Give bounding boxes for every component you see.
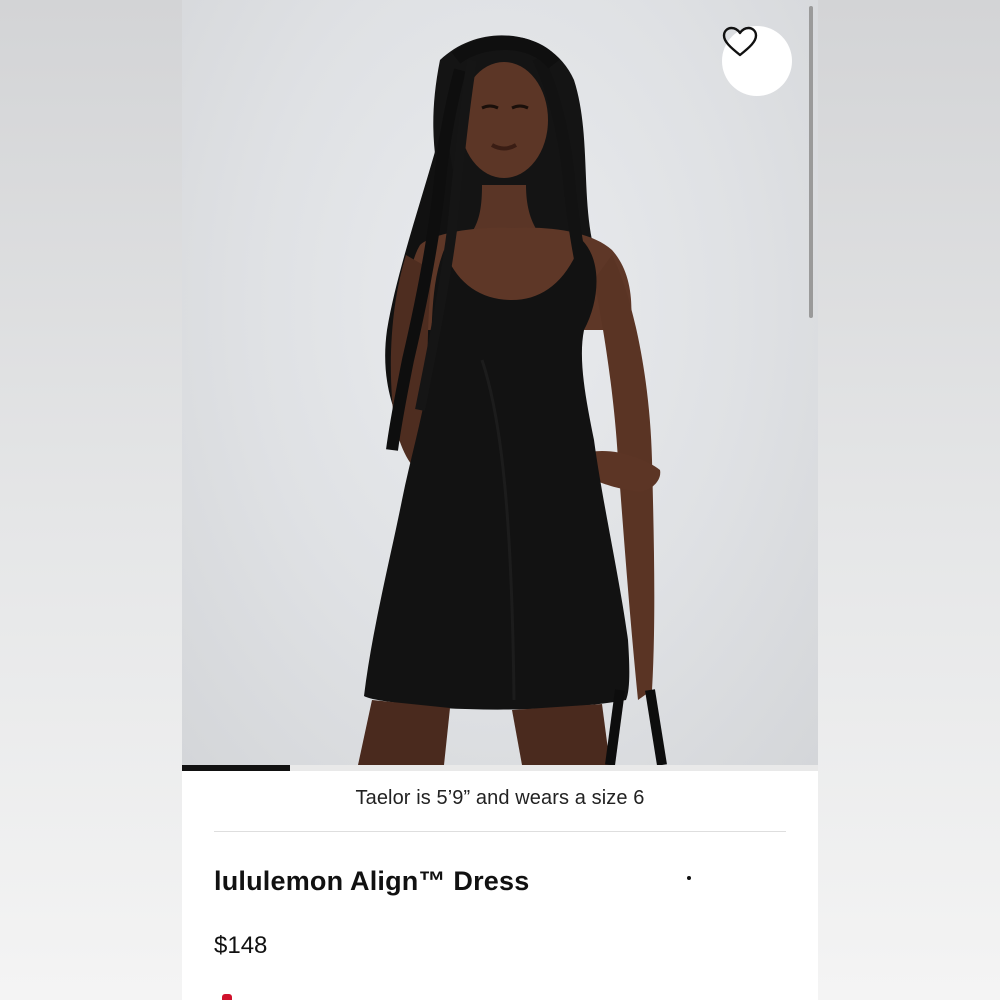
page-scrollbar[interactable] xyxy=(809,6,813,318)
section-divider xyxy=(214,831,786,832)
heart-outline-icon xyxy=(722,26,758,57)
product-price: $148 xyxy=(214,932,268,959)
gallery-progress-track xyxy=(182,765,818,771)
model-illustration xyxy=(358,35,667,765)
model-size-caption: Taelor is 5’9” and wears a size 6 xyxy=(355,787,645,809)
gallery-progress-indicator xyxy=(182,765,291,771)
product-title: lululemon Align™ Dress xyxy=(214,866,530,896)
red-badge-icon xyxy=(222,994,232,1000)
decorative-dot xyxy=(687,876,691,880)
product-page: Taelor is 5’9” and wears a size 6 lulule… xyxy=(182,0,818,1000)
favorite-button[interactable] xyxy=(722,26,792,96)
product-image[interactable] xyxy=(182,0,818,765)
